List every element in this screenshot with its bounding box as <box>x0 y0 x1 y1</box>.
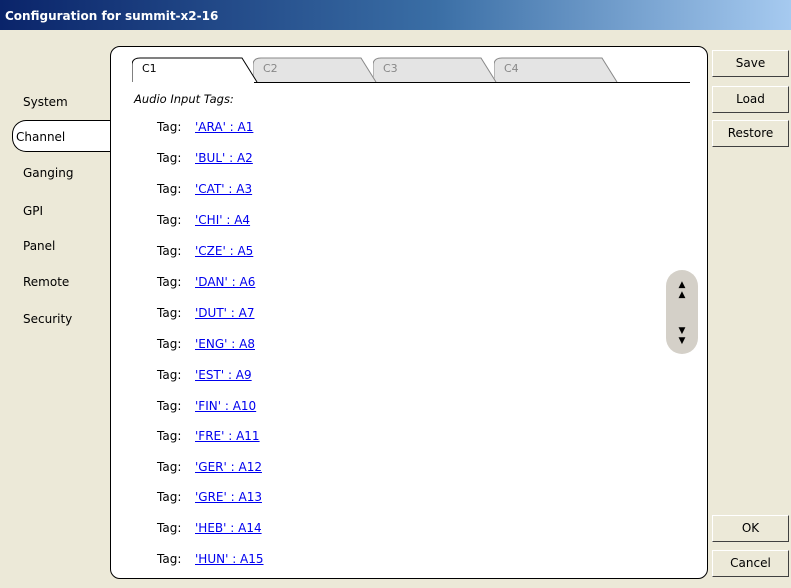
tag-label: Tag: <box>157 368 182 382</box>
nav-item-label: Remote <box>23 275 70 289</box>
tag-row: Tag: 'DAN' : A6 <box>157 275 255 291</box>
tab-c1[interactable]: C1 <box>132 57 258 83</box>
tab-label: C2 <box>263 62 278 75</box>
tag-label: Tag: <box>157 460 182 474</box>
nav-item-remote[interactable]: Remote <box>23 275 69 289</box>
save-button[interactable]: Save <box>712 50 789 77</box>
nav-item-gpi[interactable]: GPI <box>23 204 43 218</box>
nav-item-label: Panel <box>23 239 56 253</box>
tag-label: Tag: <box>157 399 182 413</box>
nav-item-channel[interactable]: Channel <box>12 120 110 152</box>
nav-item-label: Security <box>23 312 73 326</box>
tag-link[interactable]: 'CHI' : A4 <box>195 213 250 227</box>
nav-item-label: Ganging <box>23 166 74 180</box>
tag-label: Tag: <box>157 151 182 165</box>
tag-link[interactable]: 'DAN' : A6 <box>195 275 255 289</box>
tag-row: Tag: 'HUN' : A15 <box>157 552 264 568</box>
tag-label: Tag: <box>157 244 182 258</box>
tag-label: Tag: <box>157 120 182 134</box>
tag-label: Tag: <box>157 337 182 351</box>
tag-row: Tag: 'DUT' : A7 <box>157 306 254 322</box>
tab-c3[interactable]: C3 <box>373 57 497 83</box>
chevron-double-down-icon: ▼ ▼ <box>678 326 686 346</box>
window-title: Configuration for summit-x2-16 <box>5 9 219 23</box>
tab-label: C3 <box>383 62 398 75</box>
chevron-double-up-icon: ▲ ▲ <box>678 280 686 300</box>
tag-link[interactable]: 'CZE' : A5 <box>195 244 253 258</box>
nav-item-label: System <box>23 95 68 109</box>
ok-button[interactable]: OK <box>712 515 789 542</box>
tag-row: Tag: 'ENG' : A8 <box>157 337 255 353</box>
tag-link[interactable]: 'FIN' : A10 <box>195 399 256 413</box>
nav-item-label: GPI <box>23 204 44 218</box>
tag-label: Tag: <box>157 429 182 443</box>
tag-label: Tag: <box>157 182 182 196</box>
tag-link[interactable]: 'HUN' : A15 <box>195 552 264 566</box>
nav-item-system[interactable]: System <box>23 95 68 109</box>
restore-button[interactable]: Restore <box>712 120 789 147</box>
tag-link[interactable]: 'EST' : A9 <box>195 368 252 382</box>
tag-label: Tag: <box>157 490 182 504</box>
tab-c2[interactable]: C2 <box>253 57 377 83</box>
scroll-down-button[interactable]: ▼ ▼ <box>666 322 698 354</box>
section-title: Audio Input Tags: <box>134 92 234 106</box>
tag-label: Tag: <box>157 275 182 289</box>
tag-label: Tag: <box>157 552 182 566</box>
tag-link[interactable]: 'ARA' : A1 <box>195 120 253 134</box>
tab-baseline <box>254 82 690 83</box>
tag-row: Tag: 'BUL' : A2 <box>157 151 253 167</box>
nav-item-panel[interactable]: Panel <box>23 239 55 253</box>
nav-item-security[interactable]: Security <box>23 312 72 326</box>
tag-link[interactable]: 'BUL' : A2 <box>195 151 253 165</box>
tag-row: Tag: 'HEB' : A14 <box>157 521 262 537</box>
tag-row: Tag: 'GER' : A12 <box>157 460 262 476</box>
tag-link[interactable]: 'GER' : A12 <box>195 460 262 474</box>
tab-label: C1 <box>142 62 157 75</box>
tag-row: Tag: 'ARA' : A1 <box>157 120 253 136</box>
tab-label: C4 <box>504 62 519 75</box>
tag-row: Tag: 'CHI' : A4 <box>157 213 250 229</box>
cancel-button[interactable]: Cancel <box>712 550 789 577</box>
tag-link[interactable]: 'FRE' : A11 <box>195 429 260 443</box>
load-button[interactable]: Load <box>712 86 789 113</box>
tag-row: Tag: 'GRE' : A13 <box>157 490 262 506</box>
scroll-control: ▲ ▲ ▼ ▼ <box>666 270 698 354</box>
tag-row: Tag: 'FRE' : A11 <box>157 429 260 445</box>
tag-label: Tag: <box>157 521 182 535</box>
tag-row: Tag: 'CAT' : A3 <box>157 182 252 198</box>
nav-item-label: Channel <box>16 130 66 144</box>
tag-link[interactable]: 'GRE' : A13 <box>195 490 262 504</box>
tag-link[interactable]: 'DUT' : A7 <box>195 306 254 320</box>
tag-link[interactable]: 'HEB' : A14 <box>195 521 262 535</box>
tag-row: Tag: 'EST' : A9 <box>157 368 252 384</box>
tag-row: Tag: 'CZE' : A5 <box>157 244 253 260</box>
tag-link[interactable]: 'ENG' : A8 <box>195 337 255 351</box>
tag-label: Tag: <box>157 306 182 320</box>
nav-item-ganging[interactable]: Ganging <box>23 166 73 180</box>
tag-row: Tag: 'FIN' : A10 <box>157 399 256 415</box>
tab-c4[interactable]: C4 <box>494 57 618 83</box>
tag-link[interactable]: 'CAT' : A3 <box>195 182 252 196</box>
tag-label: Tag: <box>157 213 182 227</box>
scroll-up-button[interactable]: ▲ ▲ <box>666 272 698 304</box>
window-titlebar: Configuration for summit-x2-16 <box>0 0 791 30</box>
